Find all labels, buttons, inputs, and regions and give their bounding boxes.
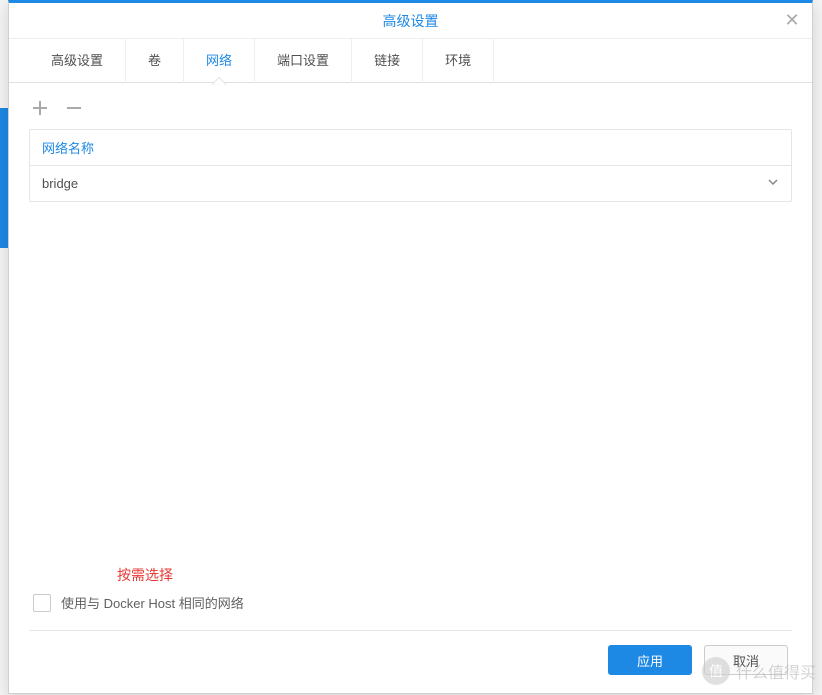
tab-links[interactable]: 链接 xyxy=(352,39,423,83)
annotation-text: 按需选择 xyxy=(9,565,812,593)
tab-volume[interactable]: 卷 xyxy=(126,39,184,83)
tab-advanced-settings[interactable]: 高级设置 xyxy=(29,39,126,83)
tab-bar: 高级设置 卷 网络 端口设置 链接 环境 xyxy=(9,39,812,83)
table-row[interactable]: bridge xyxy=(30,166,791,201)
modal-title: 高级设置 xyxy=(383,11,439,31)
cancel-button[interactable]: 取消 xyxy=(704,645,788,675)
close-icon[interactable]: ✕ xyxy=(782,11,802,31)
chevron-down-icon[interactable] xyxy=(767,176,779,191)
add-icon[interactable] xyxy=(29,97,51,119)
apply-button[interactable]: 应用 xyxy=(608,645,692,675)
network-value: bridge xyxy=(42,176,78,191)
modal-footer: 应用 取消 xyxy=(9,631,812,693)
column-header-network-name[interactable]: 网络名称 xyxy=(30,130,791,166)
modal-header: 高级设置 ✕ xyxy=(9,3,812,39)
tab-port-settings[interactable]: 端口设置 xyxy=(255,39,352,83)
use-host-network-row: 使用与 Docker Host 相同的网络 xyxy=(9,593,812,630)
remove-icon[interactable] xyxy=(63,97,85,119)
use-host-network-checkbox[interactable] xyxy=(33,594,51,612)
network-table: 网络名称 bridge xyxy=(29,129,792,202)
content-spacer xyxy=(9,202,812,565)
tab-network[interactable]: 网络 xyxy=(184,39,255,83)
use-host-network-label: 使用与 Docker Host 相同的网络 xyxy=(61,593,244,612)
tab-environment[interactable]: 环境 xyxy=(423,39,494,83)
toolbar xyxy=(9,83,812,129)
advanced-settings-modal: 高级设置 ✕ 高级设置 卷 网络 端口设置 链接 环境 网络名称 bridge … xyxy=(8,0,813,694)
